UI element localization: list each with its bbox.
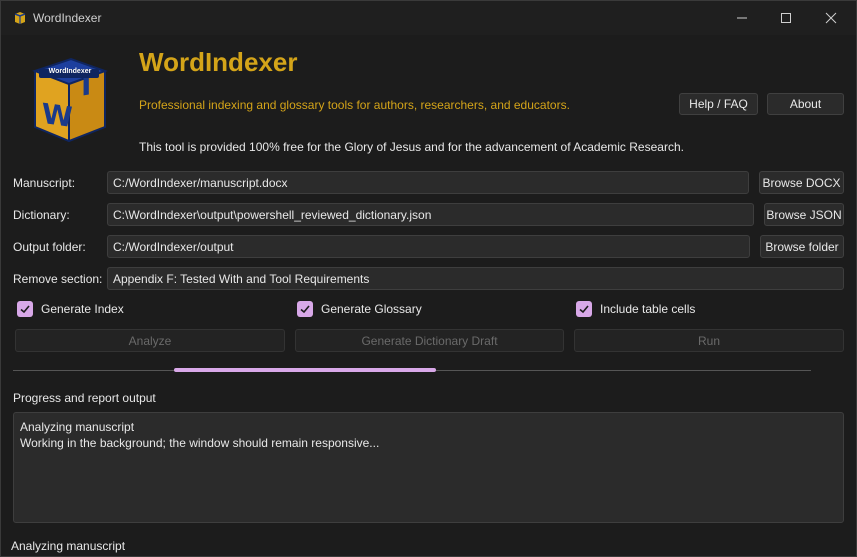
browse-docx-button[interactable]: Browse DOCX: [759, 171, 844, 194]
generate-index-label: Generate Index: [41, 302, 124, 316]
help-faq-button[interactable]: Help / FAQ: [679, 93, 758, 115]
window-title: WordIndexer: [33, 11, 102, 25]
maximize-icon[interactable]: [775, 9, 797, 27]
free-notice: This tool is provided 100% free for the …: [139, 140, 684, 154]
analyze-button[interactable]: Analyze: [15, 329, 285, 352]
logo: W I WordIndexer: [29, 51, 109, 151]
output-folder-label: Output folder:: [13, 240, 86, 254]
dictionary-label: Dictionary:: [13, 208, 70, 222]
checkmark-icon: [297, 301, 313, 317]
app-icon: [13, 11, 27, 25]
manuscript-label: Manuscript:: [13, 176, 76, 190]
browse-folder-button[interactable]: Browse folder: [760, 235, 844, 258]
output-folder-input[interactable]: C:/WordIndexer/output: [107, 235, 750, 258]
title-bar[interactable]: WordIndexer: [1, 1, 856, 35]
output-label: Progress and report output: [13, 391, 156, 405]
progress-bar-indicator: [174, 368, 436, 372]
include-table-cells-checkbox[interactable]: Include table cells: [576, 301, 695, 317]
checkmark-icon: [17, 301, 33, 317]
output-line: Analyzing manuscript: [20, 420, 135, 434]
close-icon[interactable]: [820, 9, 842, 27]
report-output-area[interactable]: Analyzing manuscript Working in the back…: [13, 412, 844, 523]
dictionary-input[interactable]: C:\WordIndexer\output\powershell_reviewe…: [107, 203, 754, 226]
app-window: WordIndexer W I WordIndexer WordIndexer …: [0, 0, 857, 557]
svg-text:W: W: [42, 97, 73, 134]
output-line: Working in the background; the window sh…: [20, 436, 380, 450]
include-table-cells-label: Include table cells: [600, 302, 696, 316]
browse-json-button[interactable]: Browse JSON: [764, 203, 844, 226]
about-button[interactable]: About: [767, 93, 844, 115]
logo-banner-text: WordIndexer: [48, 68, 92, 75]
generate-glossary-checkbox[interactable]: Generate Glossary: [297, 301, 422, 317]
status-bar-text: Analyzing manuscript: [11, 539, 126, 553]
generate-index-checkbox[interactable]: Generate Index: [17, 301, 124, 317]
remove-section-input[interactable]: Appendix F: Tested With and Tool Require…: [107, 267, 844, 290]
manuscript-input[interactable]: C:/WordIndexer/manuscript.docx: [107, 171, 749, 194]
minimize-icon[interactable]: [731, 9, 753, 27]
run-button[interactable]: Run: [574, 329, 844, 352]
app-title: WordIndexer: [139, 47, 298, 77]
checkmark-icon: [576, 301, 592, 317]
generate-glossary-label: Generate Glossary: [321, 302, 422, 316]
generate-dictionary-draft-button[interactable]: Generate Dictionary Draft: [295, 329, 564, 352]
remove-section-label: Remove section:: [13, 272, 103, 286]
tagline: Professional indexing and glossary tools…: [139, 98, 570, 112]
